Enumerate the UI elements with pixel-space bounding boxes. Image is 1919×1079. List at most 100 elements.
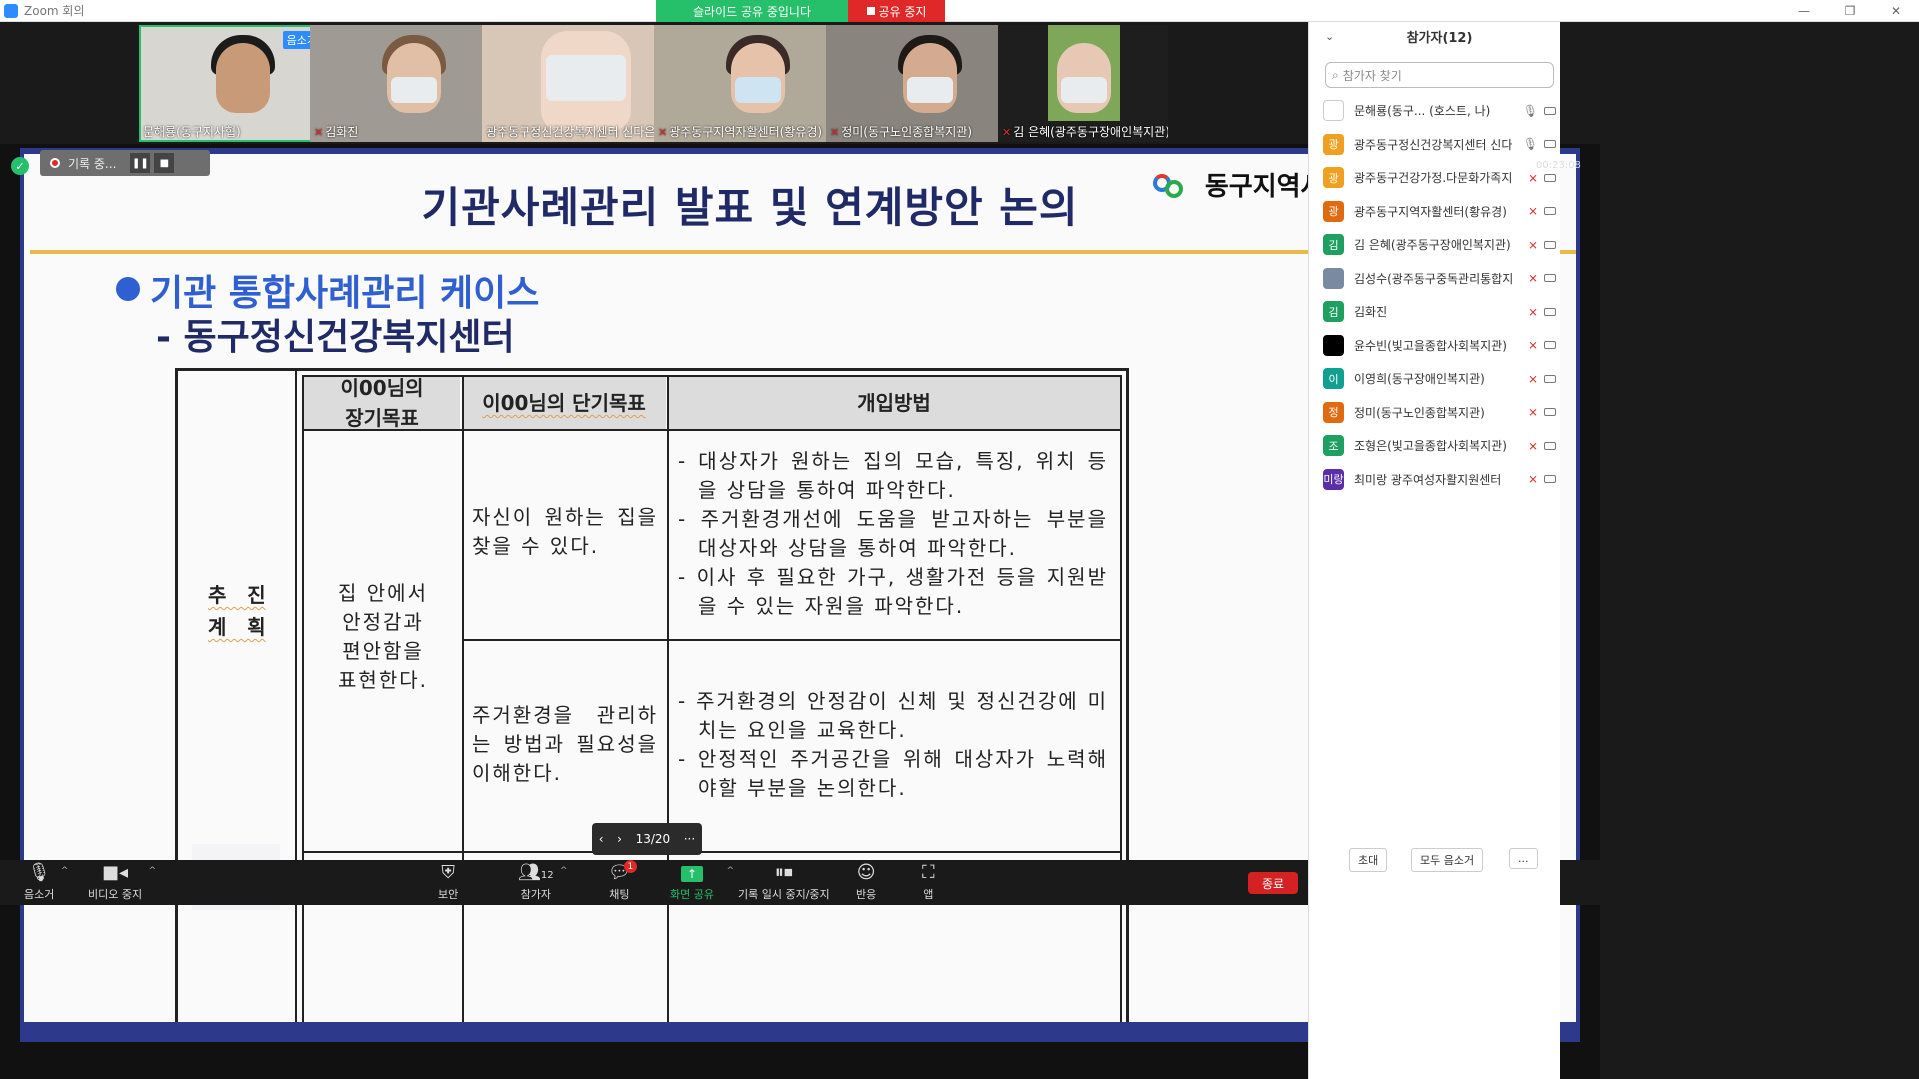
shield-icon: ⛨ — [441, 862, 455, 883]
apps-icon: ⛶ — [922, 862, 935, 883]
mic-muted-icon[interactable]: ⨯ — [1528, 338, 1538, 352]
video-camera-icon — [1544, 207, 1556, 216]
video-camera-icon — [1544, 106, 1556, 115]
mic-muted-icon[interactable]: ⨯ — [1528, 271, 1538, 285]
video-camera-icon — [1544, 341, 1556, 350]
video-camera-icon — [1544, 173, 1556, 182]
next-slide-button[interactable]: › — [617, 832, 622, 846]
method-item: - 안정적인 주거공간을 위해 대상자가 노력해야할 부분을 논의한다. — [678, 747, 1108, 800]
video-camera-icon — [1544, 475, 1556, 484]
avatar: 광 — [1323, 200, 1344, 222]
tile-face — [216, 43, 270, 113]
chevron-up-icon[interactable]: ^ — [726, 866, 734, 876]
mute-all-button[interactable]: 모두 음소거 — [1411, 848, 1484, 872]
care-plan-table: 이00님의 장기목표 이00님의 단기목표 개입방법 추 진계 획 집 안에서 … — [175, 368, 1129, 1022]
share-screen-button[interactable]: ↑ 화면 공유 ^ — [670, 862, 734, 902]
slide-subtitle: - 동구정신건강복지센터 — [156, 317, 515, 358]
tile-mask — [907, 77, 953, 103]
mic-muted-icon[interactable]: ⨯ — [1528, 305, 1538, 319]
record-button[interactable]: ⏸⏹ 기록 일시 중지/중지 — [738, 862, 830, 902]
participant-row[interactable]: 광 광주동구지역자활센터(황유경) ⨯ — [1309, 195, 1560, 229]
row-divider — [302, 851, 1122, 853]
tile-name: ✕ 김화진 — [314, 125, 359, 139]
participant-row[interactable]: 김 김 은혜(광주동구장애인복지관) ⨯ — [1309, 228, 1560, 262]
pause-stop-icon: ⏸⏹ — [774, 862, 793, 883]
pause-recording-button[interactable]: ❚❚ — [130, 153, 151, 173]
method-item: - 주거환경의 안정감이 신체 및 정신건강에 미치는 요인을 교육한다. — [678, 689, 1108, 742]
apps-button[interactable]: ⛶ 앱 — [922, 862, 935, 902]
reactions-button[interactable]: ☺ 반응 — [856, 862, 876, 902]
mic-muted-icon[interactable]: ⨯ — [1528, 238, 1538, 252]
participant-row[interactable]: 미랑 최미랑 광주여성자활지원센터 ⨯ — [1309, 463, 1560, 497]
panel-more-button[interactable]: ... — [1509, 848, 1538, 869]
participant-name: 김 은혜(광주동구장애인복지관) — [1354, 238, 1511, 253]
end-meeting-button[interactable]: 종료 — [1248, 872, 1298, 894]
video-label: 비디오 중지 — [88, 888, 143, 901]
mic-muted-icon[interactable]: ⨯ — [1528, 372, 1538, 386]
row-divider — [464, 639, 1122, 641]
participant-name: 최미랑 광주여성자활지원센터 — [1354, 472, 1502, 487]
smile-icon: ☺ — [856, 862, 876, 883]
chevron-down-icon[interactable]: ⌄ — [1325, 30, 1334, 43]
participant-row[interactable]: 문해룡(동구... (호스트, 나) 🎙︎ — [1309, 94, 1560, 128]
participant-row[interactable]: 광 광주동구건강가정.다문화가족지... ⨯ — [1309, 161, 1560, 195]
reactions-label: 반응 — [856, 888, 877, 901]
chat-label: 채팅 — [609, 888, 630, 901]
chevron-up-icon[interactable]: ^ — [149, 866, 157, 876]
participant-row[interactable]: 김 김화진 ⨯ — [1309, 295, 1560, 329]
slide-navigator: ‹ › 13/20 ··· — [592, 823, 702, 855]
window-title: Zoom 회의 — [24, 4, 85, 18]
participant-name: 조형은(빛고을종합사회복지관) — [1354, 439, 1507, 454]
minimize-button[interactable]: — — [1781, 0, 1827, 22]
share-arrow-icon: ↑ — [680, 866, 703, 882]
mic-muted-icon[interactable]: ⨯ — [1528, 204, 1538, 218]
mic-muted-icon[interactable]: ⨯ — [1528, 171, 1538, 185]
restore-button[interactable]: ❐ — [1827, 0, 1873, 22]
security-label: 보안 — [438, 888, 459, 901]
participant-row[interactable]: 윤수빈(빛고을종합사회복지관) ⨯ — [1309, 329, 1560, 363]
video-button[interactable]: ■◂ 비디오 중지 ^ — [88, 862, 156, 902]
participants-panel: ⌄ 참가자(12) ⌕ 참가자 찾기 문해룡(동구... (호스트, 나) 🎙︎ 광… — [1308, 22, 1560, 1079]
stop-recording-button[interactable]: ■ — [154, 153, 175, 173]
video-tile[interactable]: ✕ 김 은혜(광주동구장애인복지관) — [998, 25, 1168, 142]
participant-name: 이영희(동구장애인복지관) — [1354, 372, 1485, 387]
invite-button[interactable]: 초대 — [1349, 848, 1388, 872]
stop-share-label: 공유 중지 — [878, 4, 927, 19]
search-placeholder: 참가자 찾기 — [1342, 68, 1402, 83]
close-button[interactable]: ✕ — [1873, 0, 1919, 22]
stop-share-button[interactable]: 공유 중지 — [848, 0, 945, 22]
avatar: 이 — [1323, 368, 1344, 390]
mic-muted-icon[interactable]: ⨯ — [1528, 472, 1538, 486]
window-controls: — ❐ ✕ — [1781, 0, 1919, 22]
table-divider — [462, 375, 464, 1022]
microphone-icon[interactable]: 🎙︎ — [1523, 137, 1538, 151]
chevron-up-icon[interactable]: ^ — [560, 866, 568, 876]
mute-button[interactable]: 🎙︎ 음소거 ^ — [24, 862, 68, 902]
participants-button[interactable]: 👥︎12 참가자 ^ — [518, 862, 568, 902]
mic-muted-icon[interactable]: ⨯ — [1528, 405, 1538, 419]
mic-muted-icon: ✕ — [658, 126, 668, 139]
security-button[interactable]: ⛨ 보안 — [438, 862, 458, 902]
header-divider — [302, 429, 1122, 431]
participant-row[interactable]: 광 광주동구정신건강복지센터 신다은 🎙︎ — [1309, 128, 1560, 162]
chat-button[interactable]: 💬︎ 채팅 1 — [608, 860, 637, 902]
mic-muted-icon[interactable]: ⨯ — [1528, 439, 1538, 453]
long-goal-text: 집 안에서 안정감과 편안함을 표현한다. — [338, 581, 428, 692]
chevron-up-icon[interactable]: ^ — [61, 866, 69, 876]
participant-row[interactable]: 이 이영희(동구장애인복지관) ⨯ — [1309, 362, 1560, 396]
encryption-shield-icon[interactable]: ✓ — [11, 157, 29, 175]
mic-muted-icon: ✕ — [830, 126, 840, 139]
participant-name: 광주동구건강가정.다문화가족지... — [1354, 171, 1512, 186]
participant-row[interactable]: 조 조형은(빛고을종합사회복지관) ⨯ — [1309, 429, 1560, 463]
side-label: 추 진계 획 — [208, 583, 266, 639]
bullet-icon — [116, 277, 140, 301]
slide-page-indicator: 13/20 — [635, 832, 671, 846]
participant-row[interactable]: 김성수(광주동구중독관리통합지... ⨯ — [1309, 262, 1560, 296]
window-titlebar: Zoom 회의 — [0, 0, 1919, 22]
microphone-icon[interactable]: 🎙︎ — [1523, 104, 1538, 118]
prev-slide-button[interactable]: ‹ — [599, 832, 604, 846]
tile-mask — [735, 77, 781, 103]
participant-search-input[interactable]: ⌕ 참가자 찾기 — [1325, 62, 1554, 88]
slide-more-button[interactable]: ··· — [684, 832, 695, 846]
participant-row[interactable]: 정 정미(동구노인종합복지관) ⨯ — [1309, 396, 1560, 430]
